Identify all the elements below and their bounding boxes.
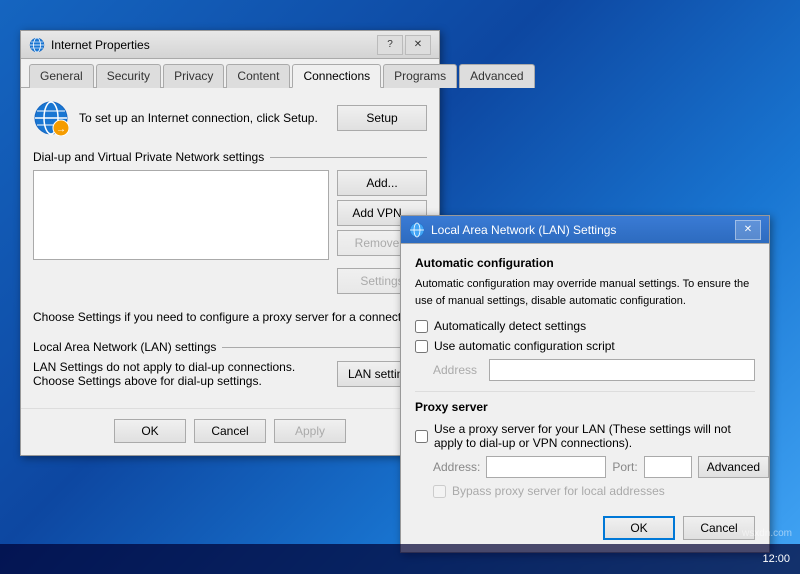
script-address-label: Address: [433, 363, 483, 377]
auto-detect-checkbox[interactable]: [415, 320, 428, 333]
proxy-header: Proxy server: [415, 400, 755, 414]
tab-advanced[interactable]: Advanced: [459, 64, 534, 88]
script-address-row: Address: [433, 359, 755, 381]
auto-script-checkbox[interactable]: [415, 340, 428, 353]
internet-props-title: Internet Properties: [51, 38, 377, 52]
lan-close-button[interactable]: ✕: [735, 220, 761, 240]
auto-detect-label: Automatically detect settings: [434, 319, 586, 333]
bypass-proxy-label: Bypass proxy server for local addresses: [452, 484, 665, 498]
proxy-addr-label: Address:: [433, 460, 480, 474]
cancel-button[interactable]: Cancel: [194, 419, 266, 443]
dialup-section-label: Dial-up and Virtual Private Network sett…: [33, 150, 427, 164]
separator: [415, 391, 755, 392]
lan-row: LAN Settings do not apply to dial-up con…: [33, 360, 427, 388]
apply-button[interactable]: Apply: [274, 419, 346, 443]
setup-row: → To set up an Internet connection, clic…: [33, 100, 427, 136]
auto-detect-row: Automatically detect settings: [415, 319, 755, 333]
dialup-section: Add... Add VPN... Remove... Settings: [33, 170, 427, 294]
auto-config-header: Automatic configuration: [415, 256, 755, 270]
taskbar: 12:00: [0, 544, 800, 574]
lan-section-label: Local Area Network (LAN) settings: [33, 340, 427, 354]
port-label: Port:: [612, 460, 637, 474]
dialup-list[interactable]: [33, 170, 329, 260]
tab-privacy[interactable]: Privacy: [163, 64, 224, 88]
add-button[interactable]: Add...: [337, 170, 427, 196]
tabs-bar: General Security Privacy Content Connect…: [21, 59, 439, 88]
auto-config-desc: Automatic configuration may override man…: [415, 276, 755, 309]
bypass-proxy-checkbox[interactable]: [433, 485, 446, 498]
watermark: wsxdn.com: [742, 528, 792, 539]
internet-props-icon: [29, 37, 45, 53]
lan-description: LAN Settings do not apply to dial-up con…: [33, 360, 327, 388]
lan-dialog-buttons: OK Cancel: [415, 504, 755, 540]
tab-content[interactable]: Content: [226, 64, 290, 88]
proxy-note: Choose Settings if you need to configure…: [33, 308, 427, 326]
lan-dialog-content: Automatic configuration Automatic config…: [401, 244, 769, 552]
lan-ok-button[interactable]: OK: [603, 516, 675, 540]
close-button[interactable]: ✕: [405, 35, 431, 55]
setup-button[interactable]: Setup: [337, 105, 427, 131]
tab-programs[interactable]: Programs: [383, 64, 457, 88]
ok-button[interactable]: OK: [114, 419, 186, 443]
connections-tab-content: → To set up an Internet connection, clic…: [21, 88, 439, 400]
port-input[interactable]: 80: [644, 456, 692, 478]
proxy-checkbox-row: Use a proxy server for your LAN (These s…: [415, 422, 755, 450]
script-address-input[interactable]: [489, 359, 755, 381]
help-button[interactable]: ?: [377, 35, 403, 55]
proxy-checkbox[interactable]: [415, 430, 428, 443]
proxy-desc: Use a proxy server for your LAN (These s…: [434, 422, 755, 450]
title-bar-controls: ? ✕: [377, 35, 431, 55]
internet-properties-window: Internet Properties ? ✕ General Security…: [20, 30, 440, 456]
lan-settings-icon: [409, 222, 425, 238]
proxy-address-input[interactable]: [486, 456, 606, 478]
taskbar-time: 12:00: [762, 553, 790, 565]
lan-settings-title-bar: Local Area Network (LAN) Settings ✕: [401, 216, 769, 244]
setup-description: To set up an Internet connection, click …: [79, 111, 327, 125]
setup-icon: →: [33, 100, 69, 136]
tab-security[interactable]: Security: [96, 64, 161, 88]
tab-general[interactable]: General: [29, 64, 94, 88]
advanced-button[interactable]: Advanced: [698, 456, 769, 478]
svg-text:→: →: [56, 124, 66, 135]
auto-script-row: Use automatic configuration script: [415, 339, 755, 353]
lan-settings-title: Local Area Network (LAN) Settings: [431, 223, 735, 237]
lan-title-bar-controls: ✕: [735, 220, 761, 240]
lan-section: Local Area Network (LAN) settings LAN Se…: [33, 340, 427, 388]
tab-connections[interactable]: Connections: [292, 64, 381, 88]
internet-props-bottom-buttons: OK Cancel Apply: [21, 408, 439, 455]
internet-props-title-bar: Internet Properties ? ✕: [21, 31, 439, 59]
proxy-addr-row: Address: Port: 80 Advanced: [433, 456, 755, 478]
auto-script-label: Use automatic configuration script: [434, 339, 615, 353]
bypass-proxy-row: Bypass proxy server for local addresses: [433, 484, 755, 498]
lan-settings-window: Local Area Network (LAN) Settings ✕ Auto…: [400, 215, 770, 553]
